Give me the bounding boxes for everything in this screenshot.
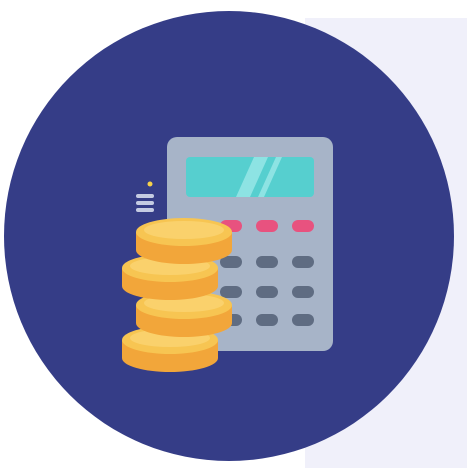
coin-stack-icon — [122, 218, 232, 372]
number-key — [292, 314, 314, 326]
number-key — [256, 286, 278, 298]
number-key — [256, 256, 278, 268]
sparkle-icon — [147, 181, 153, 187]
motion-lines-icon — [136, 194, 154, 212]
icon-canvas — [0, 0, 467, 468]
function-key — [256, 220, 278, 232]
number-key — [292, 286, 314, 298]
number-key — [292, 256, 314, 268]
function-key — [292, 220, 314, 232]
number-key — [220, 286, 242, 298]
calculator-coins-illustration — [4, 11, 454, 461]
number-key — [256, 314, 278, 326]
coin — [136, 218, 232, 264]
